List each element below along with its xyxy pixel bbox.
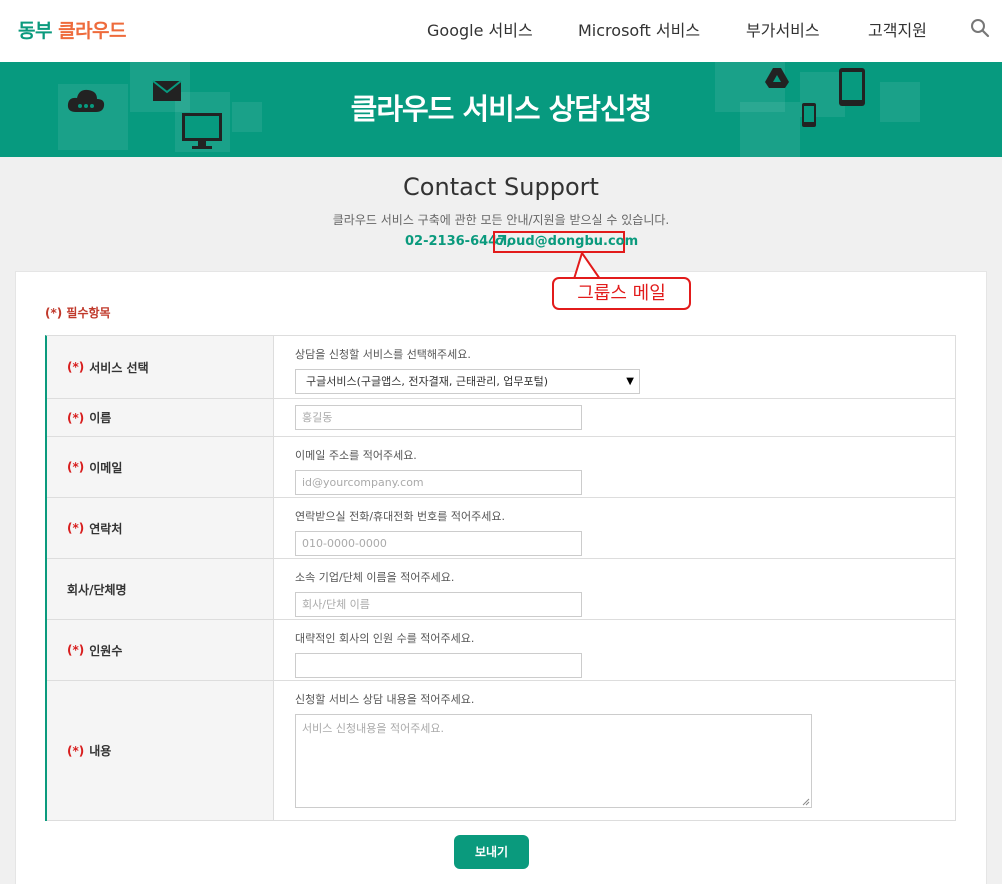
form-row-phone: (*) 연락처 연락받으실 전화/휴대전화 번호를 적어주세요. 010-000… [47,498,956,559]
content-placeholder: 서비스 신청내용을 적어주세요. [302,722,445,735]
nav-microsoft-services[interactable]: Microsoft 서비스 [578,17,700,41]
service-selected: 구글서비스(구글앱스, 전자결재, 근태관리, 업무포털) [306,375,549,388]
main-nav: Google 서비스 Microsoft 서비스 부가서비스 고객지원 [0,17,1002,41]
field-cell: 연락받으실 전화/휴대전화 번호를 적어주세요. 010-0000-0000 [274,498,955,558]
form-row-content: (*) 내용 신청할 서비스 상담 내용을 적어주세요. 서비스 신청내용을 적… [47,681,956,821]
headcount-label: 인원수 [89,643,123,658]
form-row-headcount: (*) 인원수 대략적인 회사의 인원 수를 적어주세요. [47,620,956,681]
form-row-service: (*) 서비스 선택 상담을 신청할 서비스를 선택해주세요. 구글서비스(구글… [47,336,956,399]
required-mark: (*) [67,743,85,758]
content-label: 내용 [89,744,112,758]
nav-google-services[interactable]: Google 서비스 [427,17,533,41]
field-cell: 이메일 주소를 적어주세요. id@yourcompany.com [274,437,955,497]
nav-customer-support[interactable]: 고객지원 [868,17,927,41]
field-cell: 상담을 신청할 서비스를 선택해주세요. 구글서비스(구글앱스, 전자결재, 근… [274,336,955,398]
required-note: (*) 필수항목 [45,306,111,320]
service-select[interactable]: 구글서비스(구글앱스, 전자결재, 근태관리, 업무포털) ▼ [295,369,640,394]
page-title: Contact Support [403,173,599,201]
phone-input[interactable]: 010-0000-0000 [295,531,582,556]
banner-title: 클라우드 서비스 상담신청 [350,92,653,126]
page-description: 클라우드 서비스 구축에 관한 모든 안내/지원을 받으실 수 있습니다. [332,213,670,227]
service-hint: 상담을 신청할 서비스를 선택해주세요. [295,348,471,361]
required-mark: (*) [67,410,85,425]
email-input[interactable]: id@yourcompany.com [295,470,582,495]
email-hint: 이메일 주소를 적어주세요. [295,449,417,462]
email-label: 이메일 [89,460,123,475]
name-input[interactable]: 홍길동 [295,405,582,430]
required-mark: (*) [67,521,85,535]
required-mark: (*) [67,360,85,374]
company-hint: 소속 기업/단체 이름을 적어주세요. [295,571,455,584]
required-mark: (*) [67,643,85,657]
form-row-company: 회사/단체명 소속 기업/단체 이름을 적어주세요. 회사/단체 이름 [47,559,956,620]
field-cell: 소속 기업/단체 이름을 적어주세요. 회사/단체 이름 [274,559,955,619]
headcount-hint: 대략적인 회사의 인원 수를 적어주세요. [295,632,475,645]
field-label: (*) 연락처 [47,498,274,558]
content-textarea[interactable]: 서비스 신청내용을 적어주세요. [295,714,812,808]
field-cell: 대략적인 회사의 인원 수를 적어주세요. [274,620,955,680]
field-label: (*) 인원수 [47,620,274,680]
field-label: (*) 서비스 선택 [47,336,274,398]
company-input[interactable]: 회사/단체 이름 [295,592,582,617]
chevron-down-icon: ▼ [626,376,634,387]
headcount-input[interactable] [295,653,582,678]
site-header: 동부 클라우드 Google 서비스 Microsoft 서비스 부가서비스 고… [0,0,1002,62]
form-row-email: (*) 이메일 이메일 주소를 적어주세요. id@yourcompany.co… [47,437,956,498]
search-icon[interactable] [969,17,991,39]
field-label: (*) 이름 [47,399,274,436]
form-row-name: (*) 이름 홍길동 [47,399,956,437]
submit-button[interactable]: 보내기 [454,835,529,869]
contact-info: 02-2136-6447, cloud@dongbu.com [0,231,1002,253]
field-cell: 신청할 서비스 상담 내용을 적어주세요. 서비스 신청내용을 적어주세요. [274,681,955,820]
field-label: 회사/단체명 [47,559,274,619]
phone-label: 연락처 [89,521,123,536]
phone-hint: 연락받으실 전화/휴대전화 번호를 적어주세요. [295,510,505,523]
resize-handle-icon[interactable] [802,798,810,806]
field-label: (*) 이메일 [47,437,274,497]
service-label: 서비스 선택 [89,360,149,375]
field-label: (*) 내용 [47,681,274,820]
page-banner: 클라우드 서비스 상담신청 [0,62,1002,157]
name-label: 이름 [89,411,112,425]
annotation-callout: 그룹스 메일 [552,277,691,310]
company-label: 회사/단체명 [67,582,127,597]
content-hint: 신청할 서비스 상담 내용을 적어주세요. [295,693,475,706]
required-mark: (*) [67,460,85,474]
nav-additional-services[interactable]: 부가서비스 [746,17,820,41]
contact-form: (*) 서비스 선택 상담을 신청할 서비스를 선택해주세요. 구글서비스(구글… [45,335,956,821]
field-cell: 홍길동 [274,399,955,436]
email-link[interactable]: cloud@dongbu.com [493,231,638,253]
